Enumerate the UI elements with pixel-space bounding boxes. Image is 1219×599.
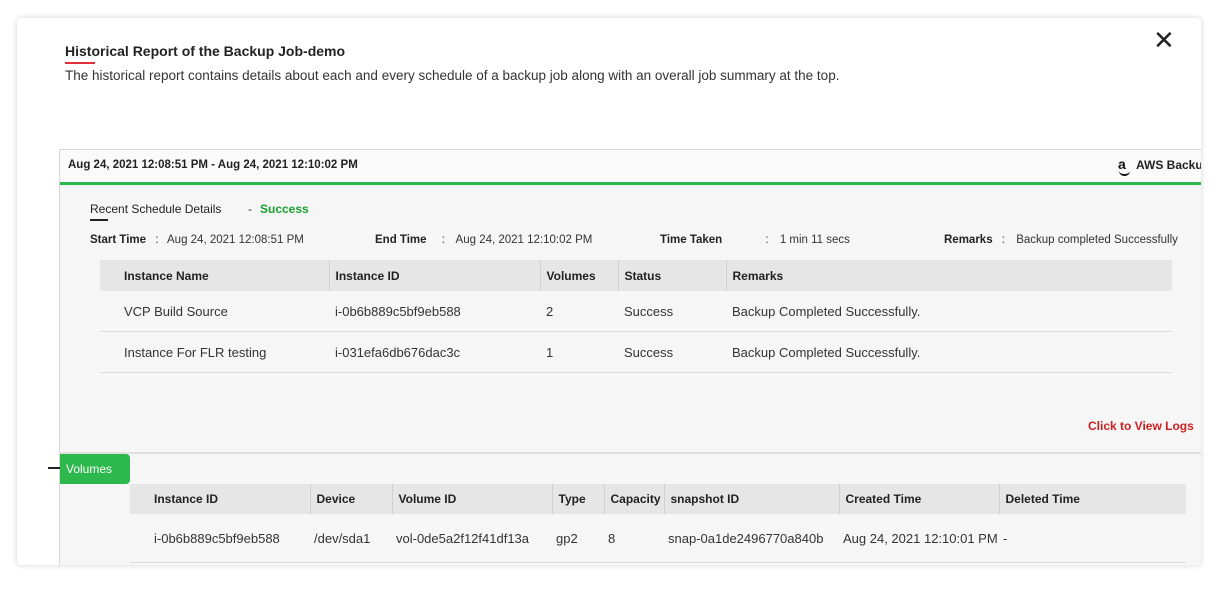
instance-id-cell: i-031efa6db676dac3c — [329, 331, 540, 373]
column-header: Instance Name — [100, 260, 329, 291]
status-cell: Success — [618, 331, 726, 373]
remarks-label: Remarks — [944, 234, 993, 246]
column-header: Status — [617, 260, 726, 291]
time-taken-colon: : — [765, 234, 769, 246]
column-header: Instance ID — [328, 260, 540, 291]
instance-id-cell: i-0b6b889c5bf9eb588 — [130, 514, 310, 563]
remarks-value: Backup completed Successfully — [1016, 234, 1178, 246]
end-time-label: End Time — [375, 234, 427, 246]
end-time-value: Aug 24, 2021 12:10:02 PM — [455, 234, 593, 246]
column-header: snapshot ID — [663, 484, 839, 514]
column-header: Instance ID — [130, 484, 310, 514]
page-title: Historical Report of the Backup Job-demo — [65, 43, 346, 59]
end-time: End Time : Aug 24, 2021 12:10:02 PM — [375, 234, 592, 246]
column-header: Created Time — [838, 484, 999, 514]
status-separator: - — [248, 202, 252, 216]
instances-table: Instance Name Instance ID Volumes Status… — [100, 260, 1172, 373]
column-header: Type — [551, 484, 604, 514]
volume-id-cell: vol-0de5a2f12f41df13a — [392, 514, 552, 563]
deleted-time-cell: - — [999, 514, 1186, 563]
provider-name: AWS Backup — [1135, 158, 1201, 172]
instance-name-cell: Instance For FLR testing — [100, 331, 329, 373]
recent-schedule-tab[interactable]: Recent Schedule Details — [90, 202, 221, 216]
created-time-cell: Aug 24, 2021 12:10:01 PM — [839, 514, 999, 563]
title-underline — [65, 62, 95, 64]
close-icon[interactable]: ✕ — [1153, 27, 1175, 53]
remarks-cell: Backup Completed Successfully. — [726, 291, 1172, 332]
table-row: i-0b6b889c5bf9eb588 /dev/sda1 vol-0de5a2… — [130, 514, 1186, 563]
recent-tab-underline — [90, 219, 108, 221]
section-divider — [60, 452, 1201, 454]
view-logs-link[interactable]: Click to View Logs — [1088, 419, 1194, 433]
schedule-card-header: Aug 24, 2021 12:08:51 PM - Aug 24, 2021 … — [60, 150, 1201, 185]
start-time-label: Start Time — [90, 234, 147, 246]
instance-name-cell: VCP Build Source — [100, 291, 329, 332]
remarks-colon: : — [1001, 234, 1005, 246]
amazon-icon: a — [1118, 157, 1130, 176]
device-cell: /dev/sda1 — [310, 514, 392, 563]
snapshot-id-cell: snap-0a1de2496770a840b — [664, 514, 839, 563]
column-header: Capacity — [603, 484, 664, 514]
volumes-cell: 1 — [540, 331, 618, 373]
column-header: Remarks — [725, 260, 1172, 291]
instance-id-cell: i-0b6b889c5bf9eb588 — [329, 291, 540, 332]
report-modal: Historical Report of the Backup Job-demo… — [17, 18, 1201, 565]
volumes-tab[interactable]: Volumes — [60, 454, 130, 484]
volumes-header-row: Instance ID Device Volume ID Type Capaci… — [130, 484, 1186, 514]
volumes-cell: 2 — [540, 291, 618, 332]
time-taken: Time Taken : 1 min 11 secs — [660, 234, 850, 246]
schedule-time-range: Aug 24, 2021 12:08:51 PM - Aug 24, 2021 … — [68, 159, 358, 171]
end-time-colon: : — [441, 234, 445, 246]
column-header: Deleted Time — [998, 484, 1186, 514]
page-description: The historical report contains details a… — [65, 68, 840, 83]
remarks-cell: Backup Completed Successfully. — [726, 331, 1172, 373]
time-taken-value: 1 min 11 secs — [779, 234, 850, 246]
start-time-colon: : — [155, 234, 159, 246]
time-taken-label: Time Taken — [660, 234, 723, 246]
column-header: Volume ID — [391, 484, 552, 514]
volumes-table: Instance ID Device Volume ID Type Capaci… — [130, 484, 1186, 563]
status-badge: Success — [260, 202, 309, 216]
type-cell: gp2 — [552, 514, 604, 563]
schedule-card: Aug 24, 2021 12:08:51 PM - Aug 24, 2021 … — [48, 149, 1201, 565]
status-cell: Success — [618, 291, 726, 332]
capacity-cell: 8 — [604, 514, 664, 563]
provider-label: a AWS Backup — [1118, 157, 1201, 176]
table-row: VCP Build Source i-0b6b889c5bf9eb588 2 S… — [100, 291, 1172, 332]
instances-header-row: Instance Name Instance ID Volumes Status… — [100, 260, 1172, 291]
start-time: Start Time : Aug 24, 2021 12:08:51 PM — [90, 234, 304, 246]
remarks: Remarks : Backup completed Successfully — [944, 234, 1178, 246]
timeline-tick — [48, 467, 60, 469]
column-header: Device — [309, 484, 392, 514]
table-row: Instance For FLR testing i-031efa6db676d… — [100, 331, 1172, 373]
column-header: Volumes — [539, 260, 618, 291]
start-time-value: Aug 24, 2021 12:08:51 PM — [167, 234, 304, 246]
